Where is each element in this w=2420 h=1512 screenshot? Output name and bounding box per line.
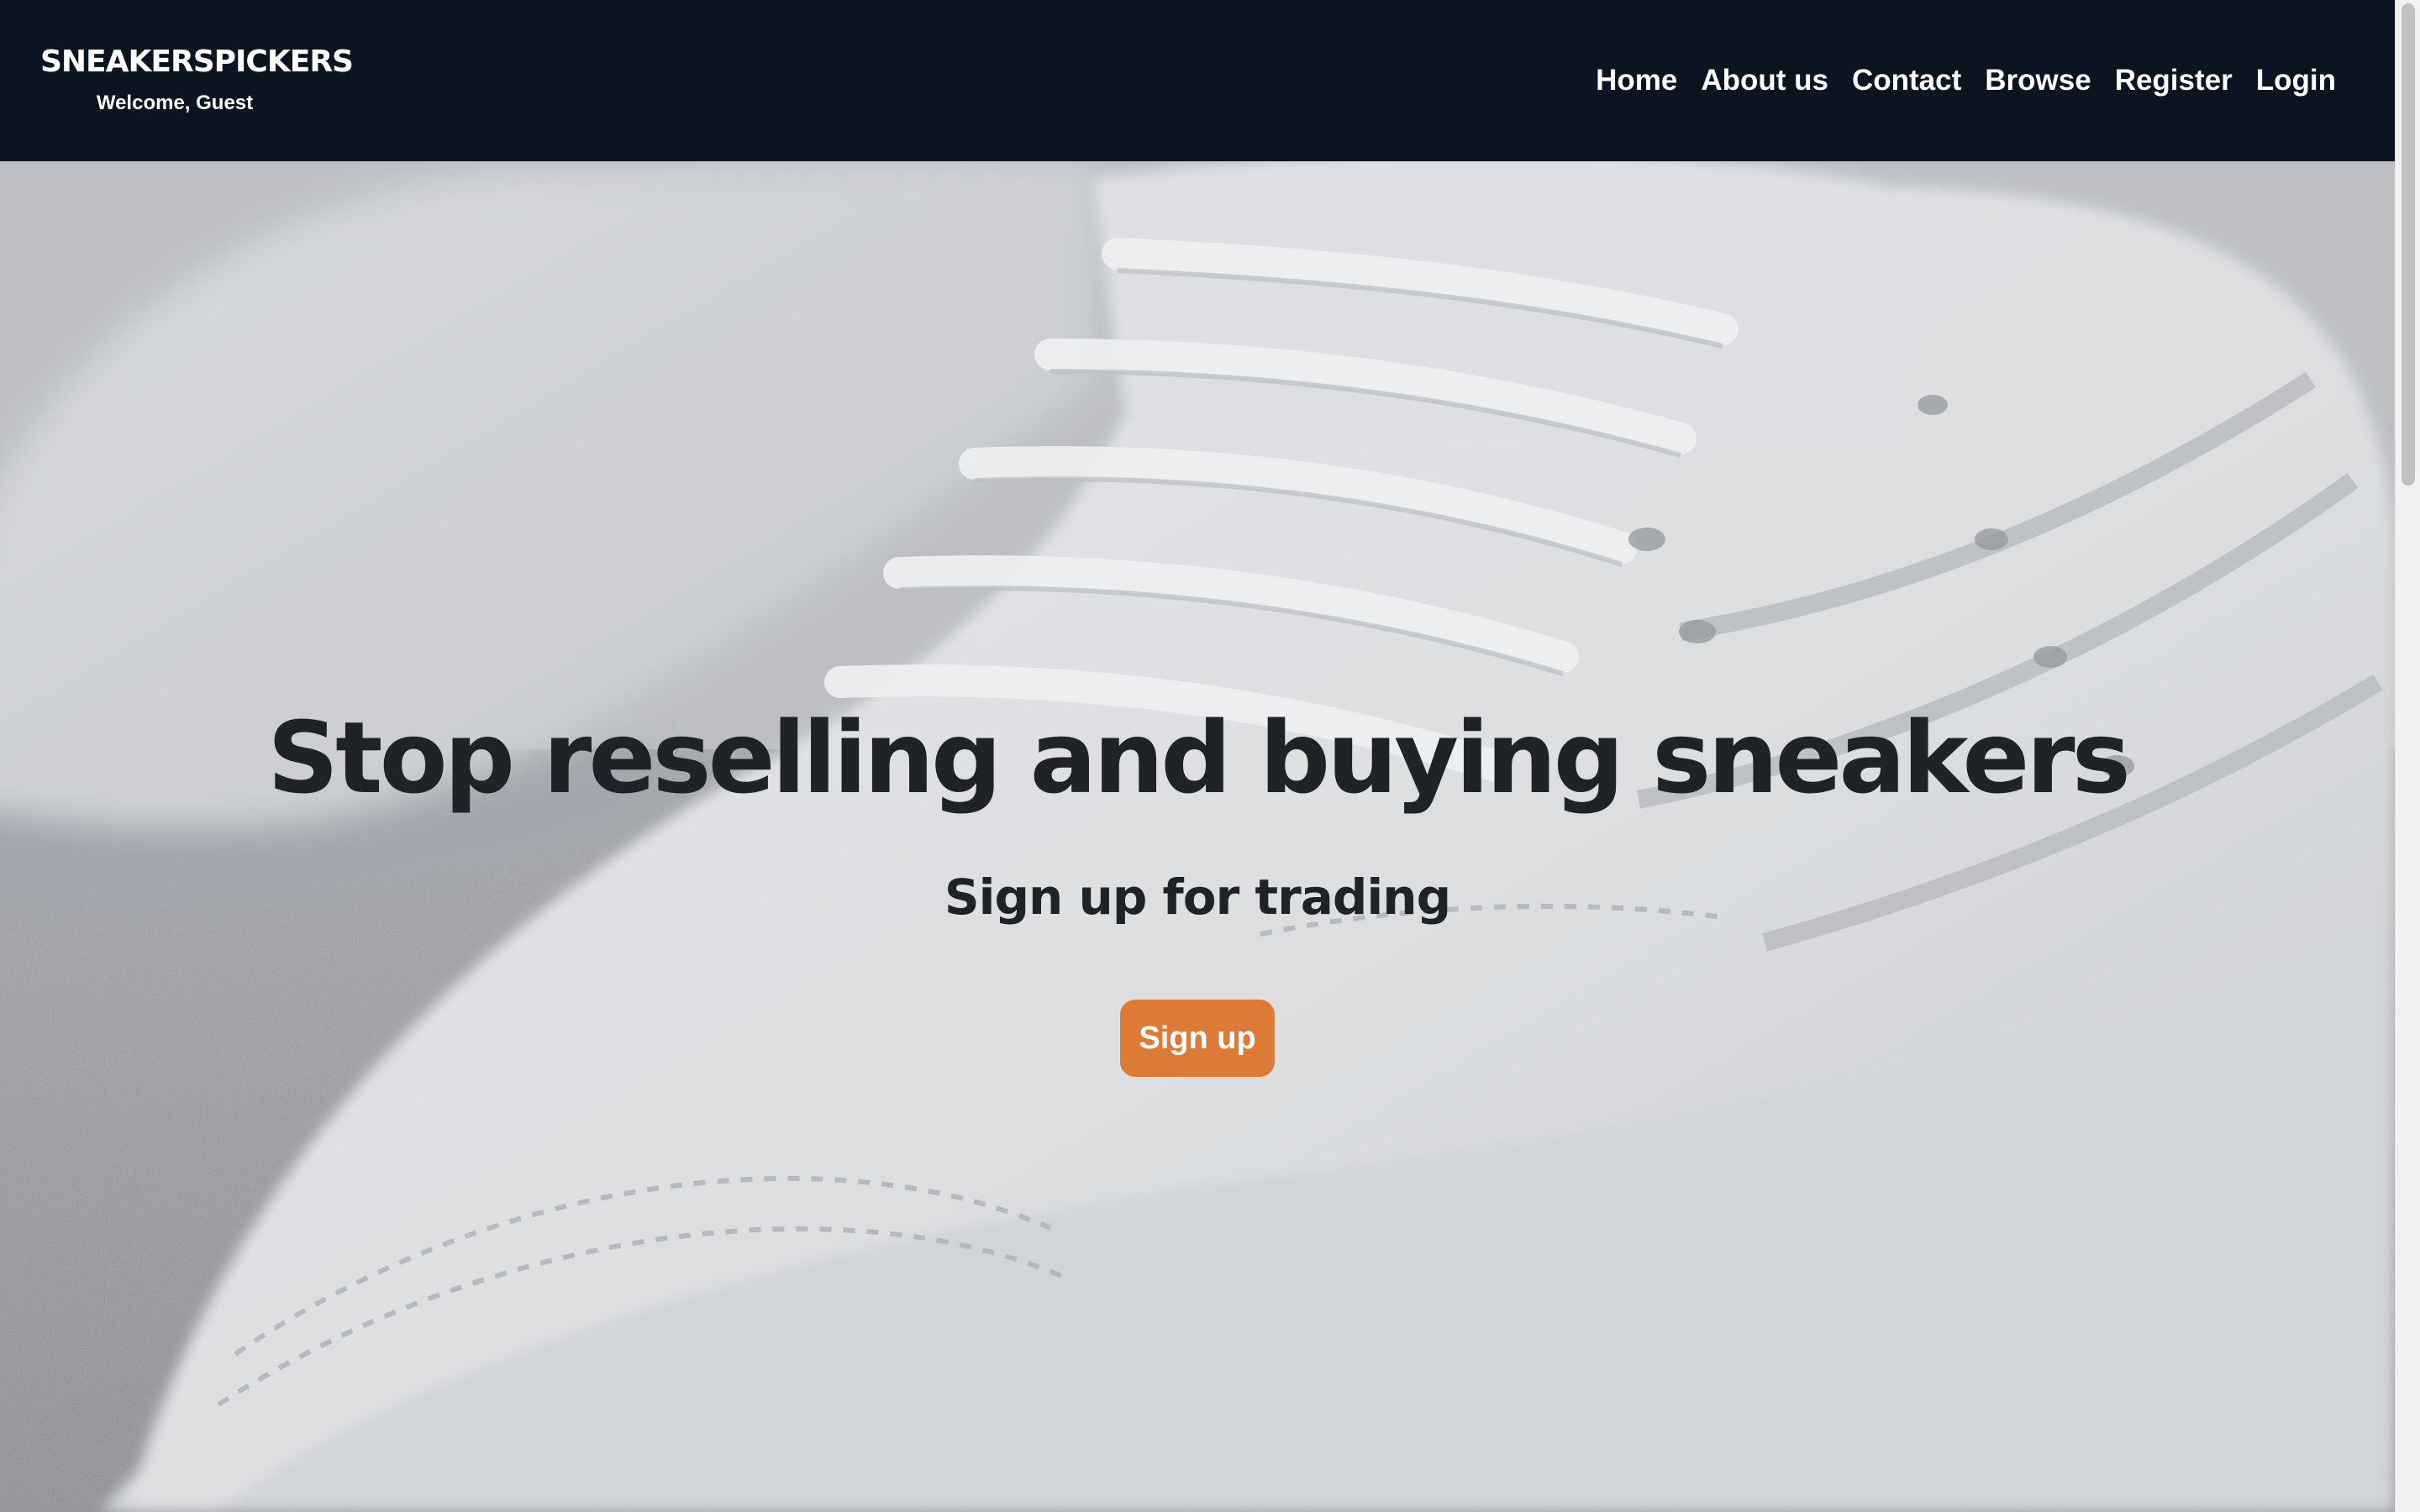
scrollbar-thumb[interactable] [2402,3,2415,486]
nav-link-contact[interactable]: Contact [1852,64,1961,97]
hero-section: Stop reselling and buying sneakers Sign … [0,161,2395,1512]
brand-name[interactable]: SNEAKERSPICKERS [40,42,354,82]
nav-link-register[interactable]: Register [2115,64,2233,97]
navbar: SNEAKERSPICKERS Welcome, Guest Home Abou… [0,0,2395,161]
nav-link-about-us[interactable]: About us [1701,64,1828,97]
welcome-text: Welcome, Guest [96,92,254,114]
sign-up-button[interactable]: Sign up [1120,1000,1275,1077]
nav-link-home[interactable]: Home [1596,64,1677,97]
nav-link-browse[interactable]: Browse [1985,64,2091,97]
vertical-scrollbar[interactable] [2395,0,2420,1512]
nav-links: Home About us Contact Browse Register Lo… [1596,57,2336,104]
nav-link-login[interactable]: Login [2256,64,2336,97]
hero-content: Stop reselling and buying sneakers Sign … [0,161,2395,1512]
hero-title: Stop reselling and buying sneakers [267,700,2131,816]
brand[interactable]: SNEAKERSPICKERS Welcome, Guest [40,42,354,118]
page: SNEAKERSPICKERS Welcome, Guest Home Abou… [0,0,2420,1512]
hero-subtitle: Sign up for trading [944,869,1451,926]
